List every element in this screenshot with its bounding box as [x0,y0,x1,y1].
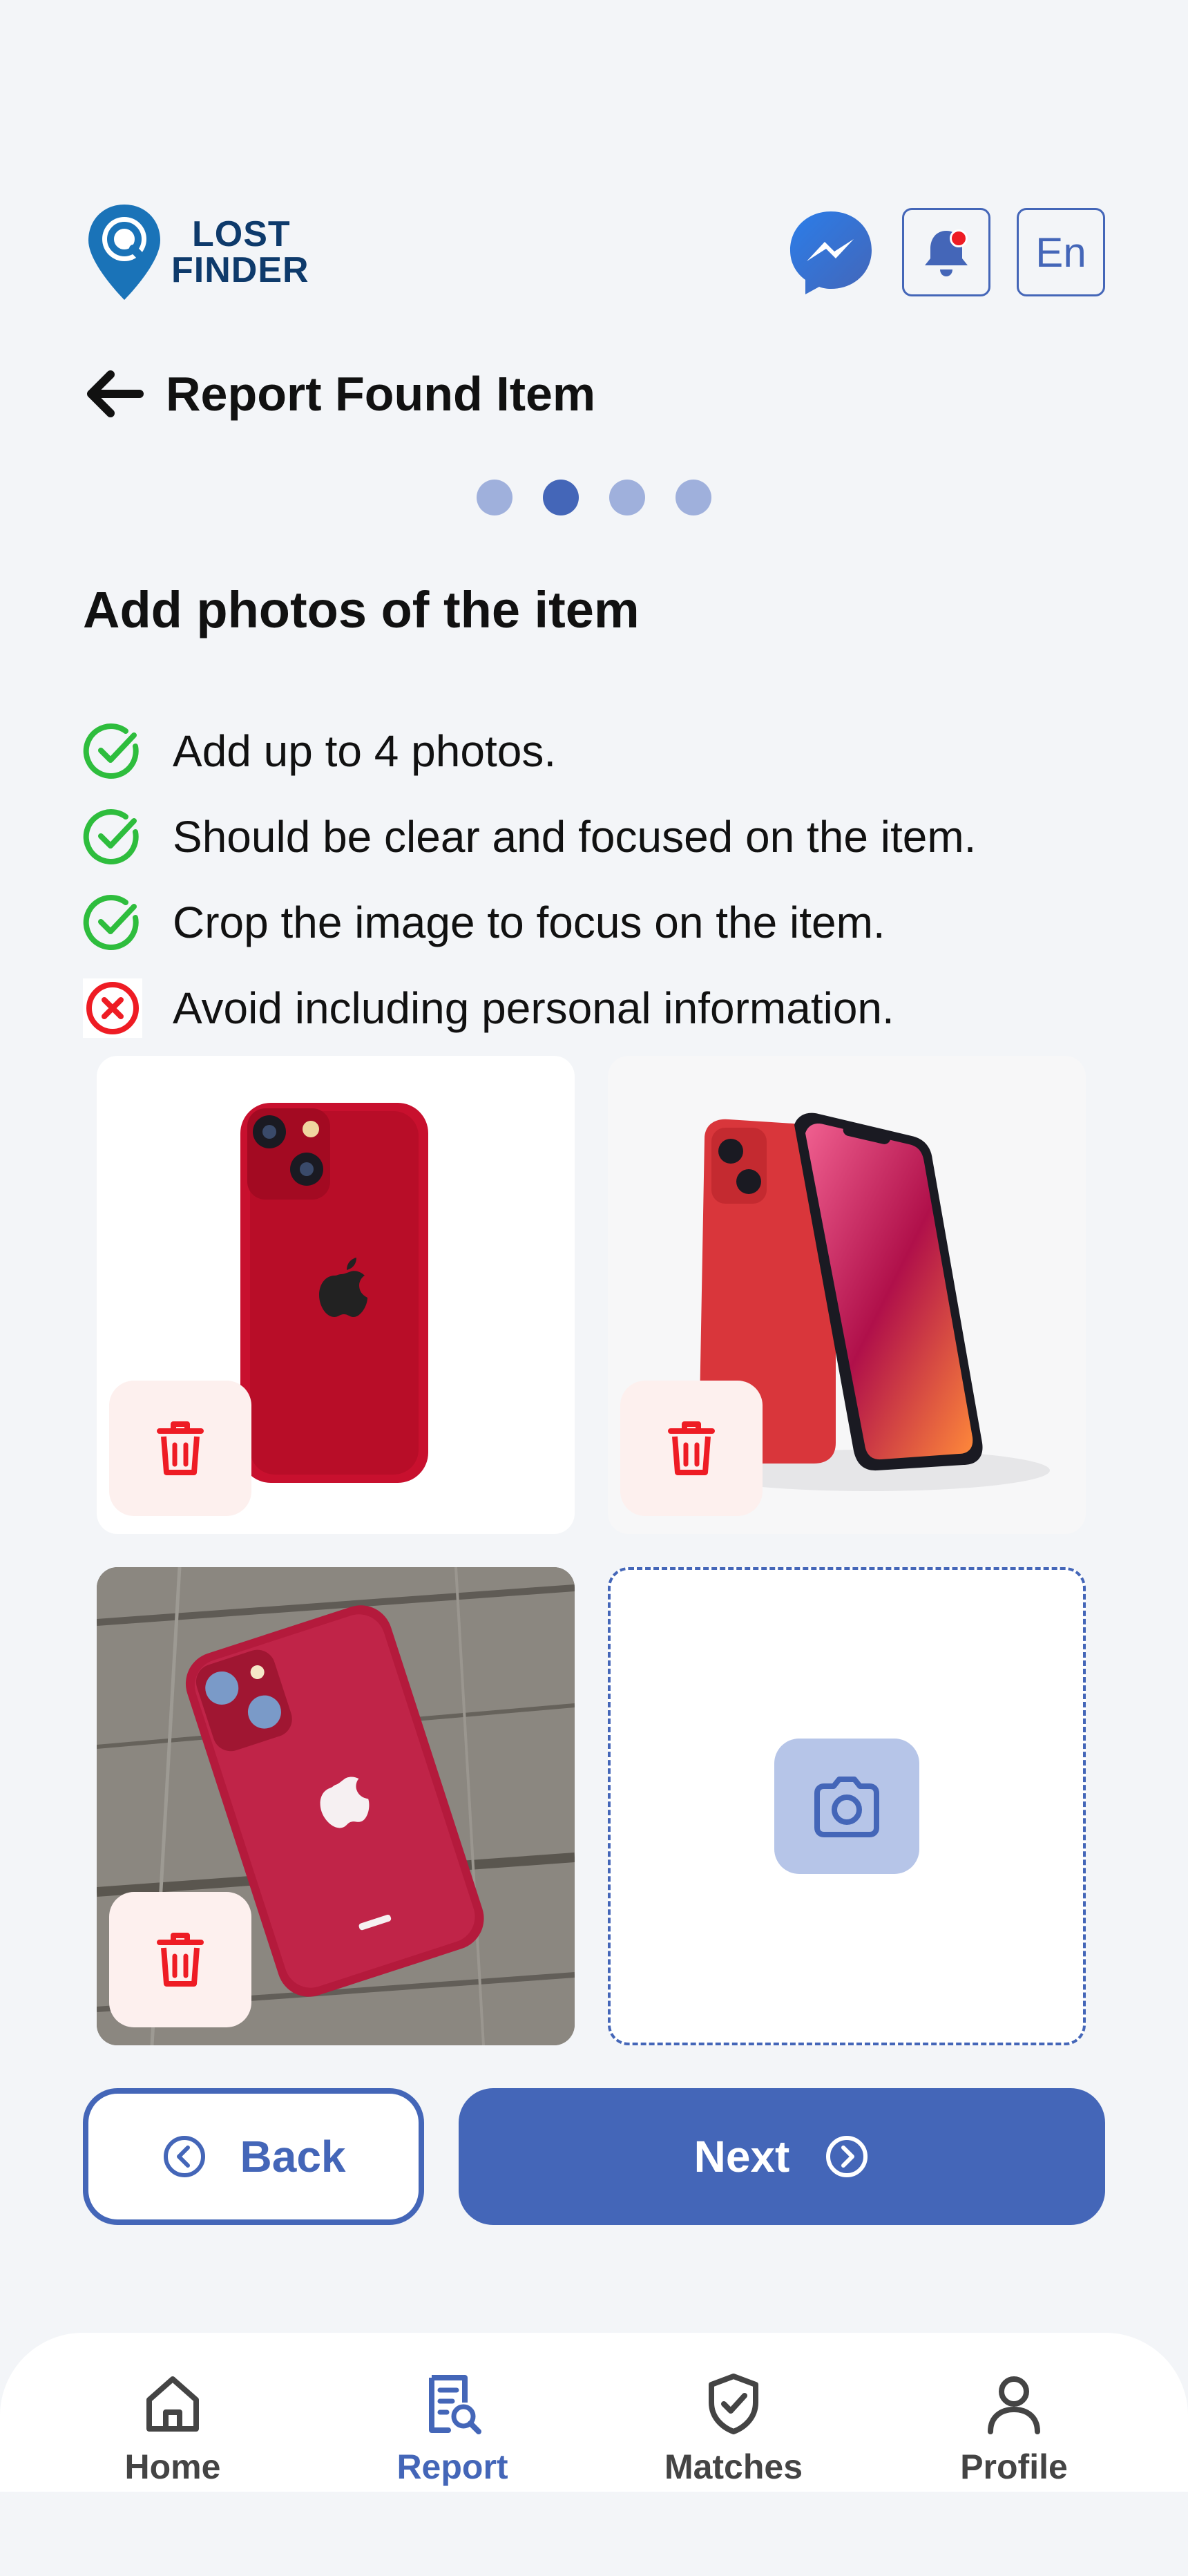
add-photo-button[interactable] [774,1739,919,1874]
step-dot-1 [477,480,512,515]
chevron-left-circle-icon [163,2136,205,2177]
nav-label-matches: Matches [664,2447,803,2486]
nav-item-report[interactable]: Report [349,2371,556,2487]
guideline-item: Crop the image to focus on the item. [83,880,976,965]
nav-label-profile: Profile [960,2447,1068,2486]
guideline-text: Should be clear and focused on the item. [173,812,977,862]
messenger-icon[interactable] [786,207,876,297]
app-logo[interactable]: LOST FINDER [83,200,309,304]
location-pin-logo-icon [88,205,160,300]
step-dot-2-active [543,480,579,515]
nav-item-profile[interactable]: Profile [910,2371,1118,2487]
guideline-item: Should be clear and focused on the item. [83,794,976,880]
report-icon [429,2375,481,2434]
shield-check-icon [709,2374,758,2434]
back-button-label: Back [240,2132,346,2181]
delete-photo-button[interactable] [109,1381,251,1516]
logo-text-lost: LOST [192,214,291,254]
home-icon [146,2376,199,2432]
nav-label-home: Home [124,2447,221,2486]
next-button[interactable]: Next [459,2088,1105,2225]
nav-item-matches[interactable]: Matches [630,2371,837,2487]
user-icon [988,2376,1040,2434]
uploaded-photo-3[interactable] [97,1567,575,2045]
photo-guidelines: Add up to 4 photos. Should be clear and … [83,708,976,1051]
nav-item-home[interactable]: Home [69,2371,276,2487]
guideline-text: Add up to 4 photos. [173,726,557,776]
check-circle-icon [83,895,139,950]
notification-dot [950,229,968,247]
nav-label-report: Report [396,2447,508,2486]
check-circle-icon [83,723,139,779]
next-button-label: Next [693,2132,790,2181]
add-photo-slot[interactable] [608,1567,1086,2045]
check-circle-icon [83,809,139,864]
x-circle-icon [83,978,142,1038]
step-indicator [0,480,1188,515]
camera-icon [814,1777,879,1837]
guideline-text: Avoid including personal information. [173,983,894,1033]
delete-photo-button[interactable] [109,1892,251,2027]
section-title: Add photos of the item [83,581,640,638]
guideline-text: Crop the image to focus on the item. [173,898,885,947]
trash-icon [668,1421,715,1475]
step-dot-3 [609,480,645,515]
uploaded-photo-2[interactable] [608,1056,1086,1534]
delete-photo-button[interactable] [620,1381,763,1516]
step-dot-4 [676,480,711,515]
guideline-item: Avoid including personal information. [83,965,976,1051]
trash-icon [157,1421,204,1475]
bottom-navigation: Home Report Matches Profile [0,2333,1188,2492]
back-button[interactable]: Back [83,2088,424,2225]
chevron-right-circle-icon [826,2136,868,2177]
language-button[interactable]: En [1017,208,1105,296]
uploaded-photo-1[interactable] [97,1056,575,1534]
notifications-button[interactable] [902,208,990,296]
trash-icon [157,1933,204,1987]
guideline-item: Add up to 4 photos. [83,708,976,794]
back-arrow-icon[interactable] [83,366,145,422]
logo-text-finder: FINDER [171,250,309,290]
page-title: Report Found Item [166,367,596,421]
app-header: LOST FINDER En [83,200,1105,304]
